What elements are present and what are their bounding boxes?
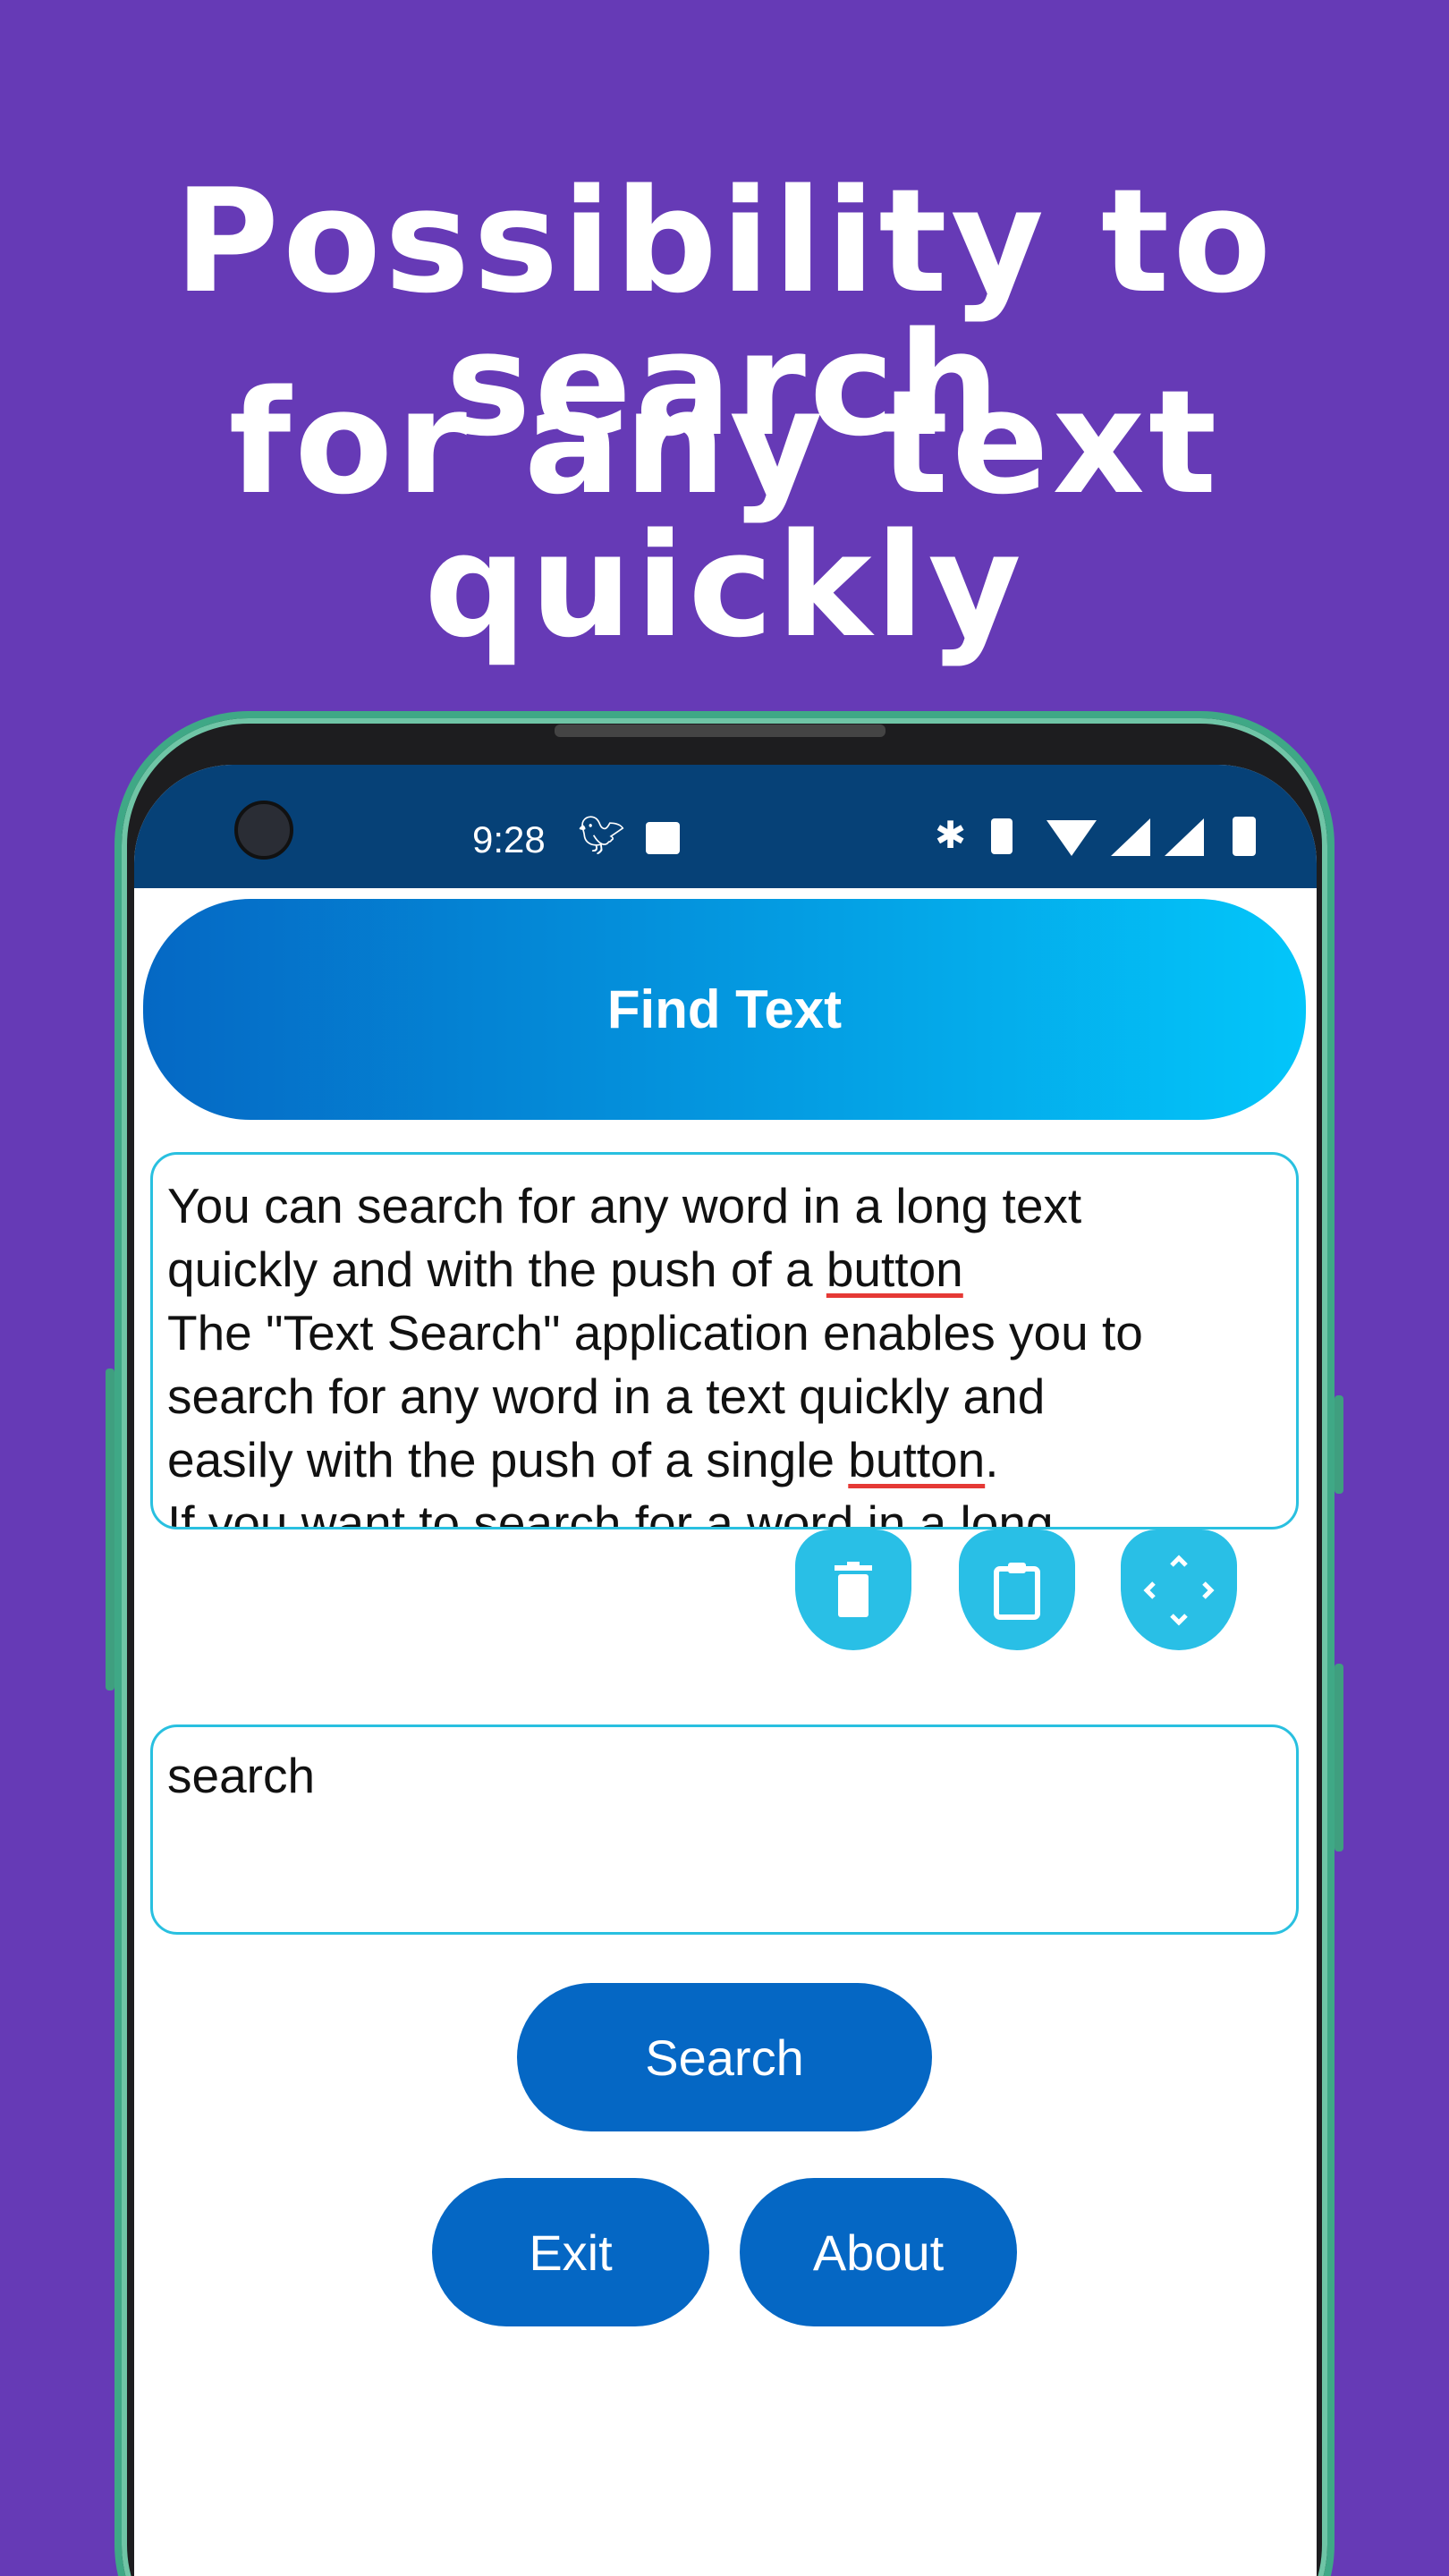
source-text-area[interactable]: You can search for any word in a long te…: [150, 1152, 1299, 1530]
status-time: 9:28: [472, 818, 546, 860]
phone-side-button: [1335, 1395, 1343, 1494]
expand-text-button[interactable]: [1121, 1530, 1237, 1650]
text-line: search for any word in a text quickly an…: [167, 1368, 1046, 1424]
trash-icon: [835, 1561, 872, 1617]
text-line: quickly and with the push of a: [167, 1241, 826, 1297]
app-title: Find Text: [606, 979, 843, 1039]
text-line: .: [985, 1432, 999, 1487]
search-button-label: Search: [645, 2029, 804, 2086]
text-line: The "Text Search" application enables yo…: [167, 1305, 1143, 1360]
wifi-icon: [1046, 820, 1097, 856]
text-line: You can search for any word in a long te…: [167, 1178, 1082, 1233]
paste-button[interactable]: [959, 1530, 1075, 1650]
exit-button-label: Exit: [529, 2224, 613, 2281]
status-bar: 9:28 🐦︎ ✱: [134, 765, 1317, 888]
search-button[interactable]: Search: [517, 1983, 932, 2131]
image-icon: [646, 822, 680, 854]
battery-icon: [1233, 817, 1256, 856]
search-input[interactable]: search: [150, 1724, 1299, 1935]
misspelled-word: button: [826, 1241, 963, 1297]
phone-screen: 9:28 🐦︎ ✱ Find Text You can search for a…: [134, 765, 1317, 2576]
signal-no-data-icon: [1165, 818, 1204, 856]
text-line: If you want to search for a word in a lo…: [167, 1496, 1054, 1530]
about-button-label: About: [812, 2224, 945, 2281]
app-title-bar: Find Text: [143, 899, 1306, 1120]
expand-icon: [1143, 1554, 1215, 1626]
twitter-icon: 🐦︎: [578, 814, 626, 856]
clear-text-button[interactable]: [795, 1530, 911, 1650]
signal-icon: [1111, 818, 1150, 856]
search-input-value: search: [167, 1748, 316, 1803]
text-line: easily with the push of a single: [167, 1432, 849, 1487]
promo-headline-line2: for any text quickly: [228, 359, 1221, 669]
exit-button[interactable]: Exit: [432, 2178, 709, 2326]
front-camera: [234, 801, 293, 860]
phone-speaker: [555, 724, 886, 737]
clipboard-icon: [994, 1562, 1040, 1620]
vibrate-icon: [991, 818, 1013, 854]
misspelled-word: button: [848, 1432, 986, 1487]
phone-side-button: [1335, 1664, 1343, 1852]
phone-side-button: [106, 1368, 114, 1690]
about-button[interactable]: About: [740, 2178, 1017, 2326]
bluetooth-icon: ✱: [935, 814, 967, 856]
